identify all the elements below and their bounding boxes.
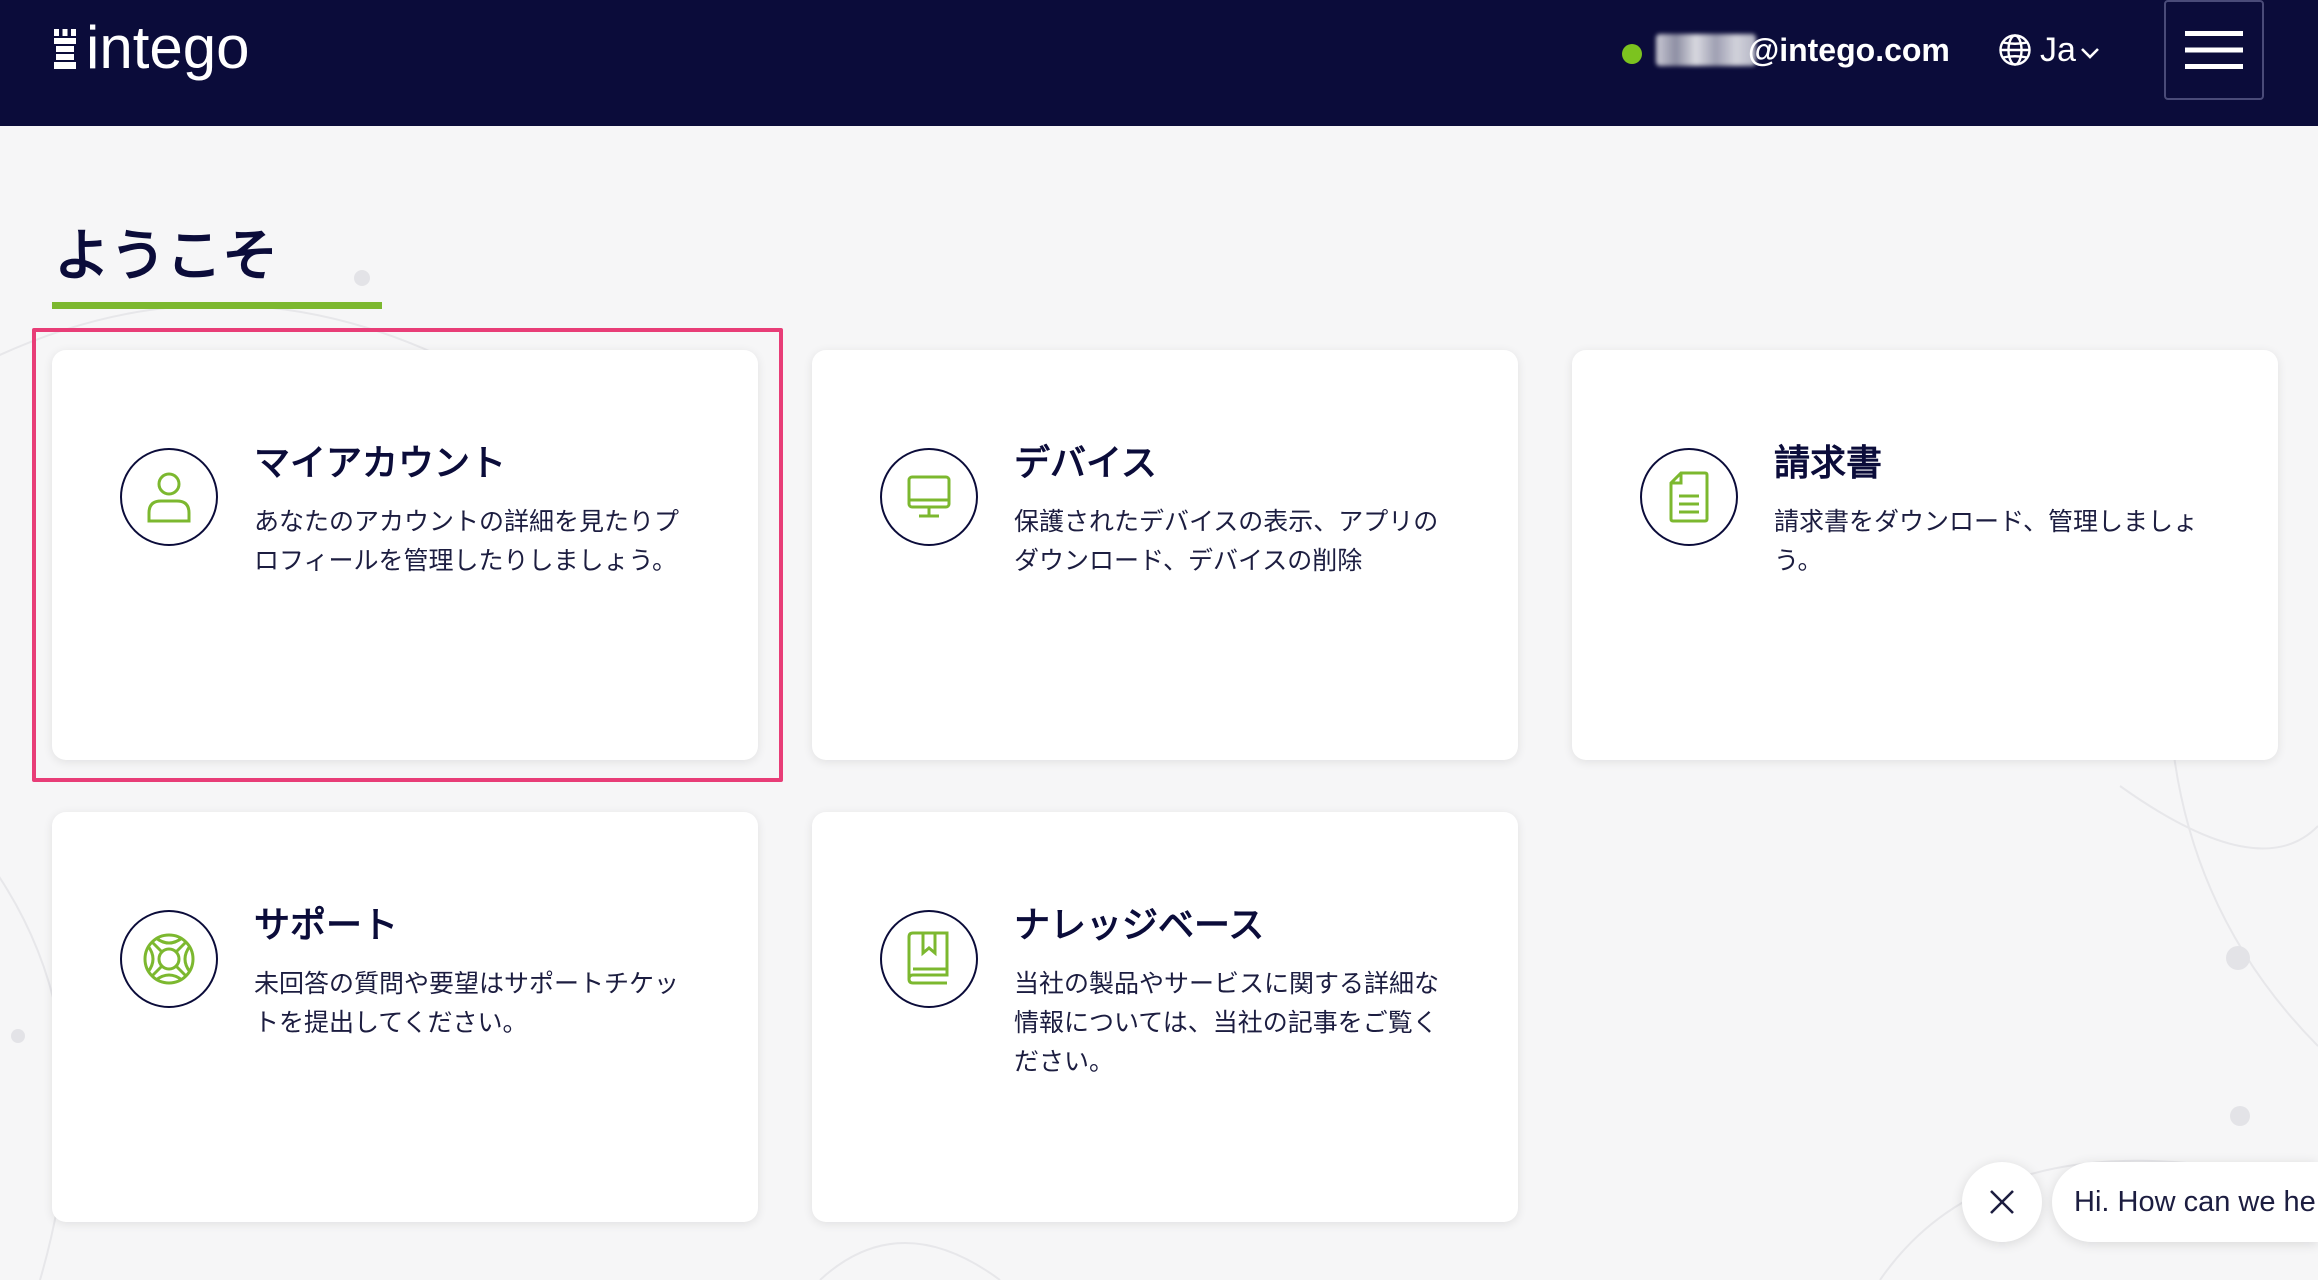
- chevron-down-icon: [2081, 48, 2099, 59]
- page-title: ようこそ: [54, 224, 278, 289]
- tower-icon: [54, 25, 76, 71]
- hamburger-icon: [2185, 31, 2243, 69]
- selection-highlight: [32, 328, 783, 782]
- card-description: 保護されたデバイスの表示、アプリのダウンロード、デバイスの削除: [1014, 507, 1439, 575]
- close-icon: [1990, 1190, 2014, 1214]
- title-underline: [52, 302, 382, 309]
- logo-text: intego: [86, 14, 250, 81]
- email-redacted: [1656, 34, 1756, 66]
- top-navigation-bar: intego @intego.com Ja: [0, 0, 2318, 126]
- card-description: 未回答の質問や要望はサポートチケットを提出してください。: [254, 969, 680, 1037]
- chat-close-button[interactable]: [1962, 1162, 2042, 1242]
- intego-logo[interactable]: intego: [54, 18, 249, 78]
- card-devices[interactable]: デバイス 保護されたデバイスの表示、アプリのダウンロード、デバイスの削除: [812, 350, 1518, 760]
- card-description: 当社の製品やサービスに関する詳細な情報については、当社の記事をご覧ください。: [1014, 969, 1440, 1076]
- language-label: Ja: [2040, 31, 2076, 69]
- card-invoices[interactable]: 請求書 請求書をダウンロード、管理しましょう。: [1572, 350, 2278, 760]
- online-status-dot: [1622, 44, 1642, 64]
- document-icon: [1640, 448, 1738, 546]
- card-knowledge-base[interactable]: ナレッジベース 当社の製品やサービスに関する詳細な情報については、当社の記事をご…: [812, 812, 1518, 1222]
- card-title: デバイス: [1014, 443, 1157, 484]
- card-title: サポート: [254, 905, 399, 946]
- card-support[interactable]: サポート 未回答の質問や要望はサポートチケットを提出してください。: [52, 812, 758, 1222]
- card-title: 請求書: [1774, 443, 1883, 484]
- chat-greeting-bubble[interactable]: Hi. How can we he: [2052, 1162, 2318, 1242]
- globe-icon: [1999, 34, 2031, 66]
- card-title: ナレッジベース: [1014, 905, 1265, 946]
- book-icon: [880, 910, 978, 1008]
- monitor-icon: [880, 448, 978, 546]
- card-description: 請求書をダウンロード、管理しましょう。: [1774, 507, 2199, 575]
- chat-greeting-text: Hi. How can we he: [2074, 1186, 2316, 1218]
- lifebuoy-icon: [120, 910, 218, 1008]
- hamburger-menu-button[interactable]: [2164, 0, 2264, 100]
- account-email[interactable]: @intego.com: [1748, 30, 1950, 70]
- language-selector[interactable]: Ja: [1998, 28, 2100, 72]
